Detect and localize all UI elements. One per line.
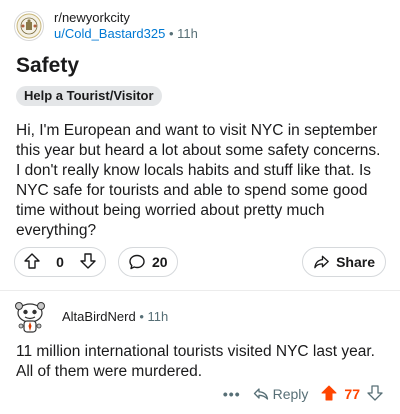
comment-vote-control: 77 — [320, 384, 384, 405]
comment-meta: AltaBirdNerd • 11h — [62, 309, 168, 324]
arrow-down-outline-icon — [80, 252, 96, 269]
section-divider — [0, 290, 400, 291]
comment-score: 77 — [344, 386, 360, 402]
post-age: 11h — [177, 26, 198, 41]
share-label: Share — [336, 254, 375, 270]
arrow-down-outline-icon — [367, 384, 383, 401]
meta-separator: • — [139, 308, 144, 324]
post-body: Hi, I'm European and want to visit NYC i… — [16, 122, 381, 239]
comments-count: 20 — [152, 254, 168, 270]
post-author[interactable]: u/Cold_Bastard325 — [54, 26, 165, 41]
post-header: r/newyorkcity u/Cold_Bastard325 • 11h — [14, 10, 198, 42]
comment-actions: ••• Reply 77 — [223, 382, 384, 406]
downvote-button[interactable] — [79, 252, 97, 273]
comment-upvote-button[interactable] — [320, 384, 338, 405]
share-arrow-icon — [314, 255, 329, 269]
share-button[interactable]: Share — [302, 247, 386, 277]
comment-author[interactable]: AltaBirdNerd — [62, 309, 136, 324]
comment-author-avatar[interactable] — [10, 296, 50, 336]
comments-button[interactable]: 20 — [118, 247, 178, 277]
reply-label: Reply — [272, 386, 309, 402]
reply-button[interactable]: Reply — [253, 386, 309, 402]
arrow-up-filled-icon — [321, 385, 337, 400]
comment-age: 11h — [147, 308, 169, 324]
post-actions: 0 20 Share — [14, 247, 386, 279]
comment-downvote-button[interactable] — [366, 384, 384, 405]
vote-control: 0 — [14, 247, 106, 277]
post-title: Safety — [16, 54, 80, 77]
post-meta: r/newyorkcity u/Cold_Bastard325 • 11h — [54, 10, 198, 42]
meta-separator: • — [168, 26, 174, 41]
more-options-button[interactable]: ••• — [223, 386, 241, 402]
subreddit-avatar[interactable] — [14, 11, 44, 41]
arrow-up-outline-icon — [24, 252, 40, 269]
post-flair[interactable]: Help a Tourist/Visitor — [16, 86, 162, 106]
speech-bubble-icon — [129, 254, 145, 270]
comment-header: AltaBirdNerd • 11h — [10, 296, 168, 336]
snoo-avatar-icon — [15, 302, 45, 333]
subreddit-name[interactable]: r/newyorkcity — [54, 10, 198, 26]
upvote-button[interactable] — [23, 252, 41, 273]
city-seal-icon — [16, 13, 42, 39]
author-line: u/Cold_Bastard325 • 11h — [54, 26, 198, 42]
reply-arrow-icon — [253, 388, 268, 400]
post-score: 0 — [56, 254, 64, 270]
comment-body: 11 million international tourists visite… — [16, 343, 375, 380]
